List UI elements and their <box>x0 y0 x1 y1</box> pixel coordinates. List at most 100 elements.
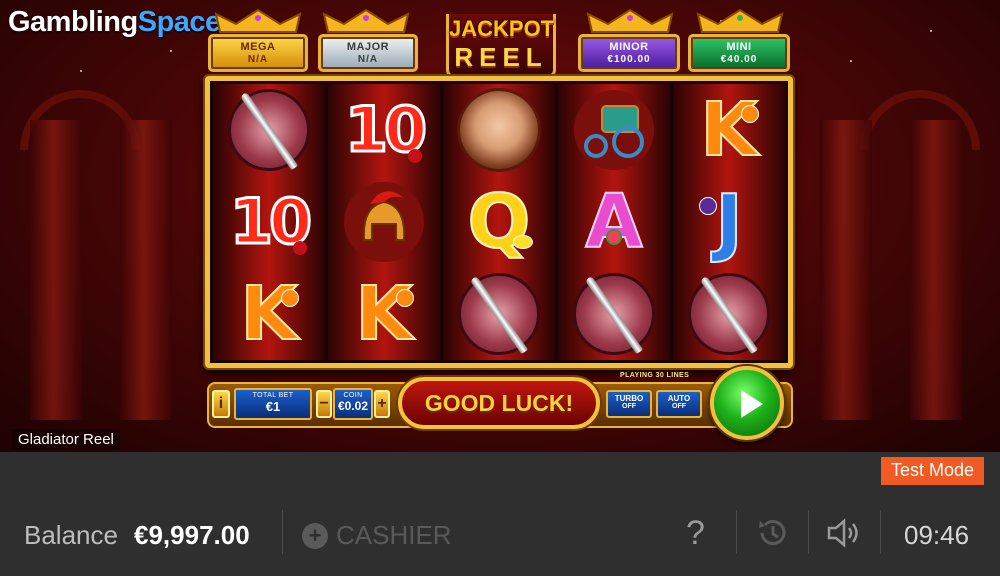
history-clock-icon[interactable] <box>756 516 790 550</box>
reel-4: A <box>558 84 670 360</box>
jackpot-value: €40.00 <box>720 54 758 65</box>
shield-sword-symbol <box>681 271 777 357</box>
crown-icon <box>322 8 410 33</box>
background-column <box>820 120 872 420</box>
sword-icon <box>239 91 299 171</box>
a-glyph: A <box>584 179 643 265</box>
lemon-icon <box>513 235 533 249</box>
divider <box>282 510 283 554</box>
test-mode-badge: Test Mode <box>880 457 984 485</box>
balance-value: €9,997.00 <box>134 520 250 550</box>
chariot-icon <box>574 90 654 170</box>
total-bet-value: €1 <box>265 399 281 414</box>
coin-display: COIN €0.02 <box>333 388 373 420</box>
help-button[interactable]: ? <box>686 514 705 553</box>
auto-state: OFF <box>672 403 686 410</box>
title-line-2: REEL <box>454 42 548 72</box>
background-column <box>30 120 82 420</box>
play-triangle-icon <box>741 390 763 418</box>
info-button[interactable]: i <box>212 390 230 418</box>
shield-icon <box>573 273 655 355</box>
crown-icon <box>214 8 302 33</box>
king-orange-symbol: K <box>336 271 432 357</box>
cashier-button[interactable]: + CASHIER <box>302 520 452 551</box>
jackpot-mini: MINI €40.00 <box>688 34 790 72</box>
reel-2: 10 K <box>328 84 440 360</box>
coin-increase-button[interactable]: + <box>374 390 390 418</box>
sword-icon <box>469 275 529 355</box>
jackpot-major: MAJOR N/A <box>318 34 418 72</box>
coin-value: €0.02 <box>337 399 369 413</box>
shield-sword-symbol <box>451 271 547 357</box>
background-column <box>910 120 962 420</box>
king-orange-symbol: K <box>681 87 777 173</box>
total-bet-label: TOTAL BET <box>252 392 294 399</box>
plum-icon <box>699 197 717 215</box>
logo-part-2: Space <box>137 6 221 38</box>
j-glyph: J <box>714 179 744 265</box>
jackpot-value: N/A <box>357 54 379 65</box>
orange-icon <box>741 105 759 123</box>
sword-icon <box>584 275 644 355</box>
reel-grid: 10 K 10 K Q A K J <box>205 76 793 368</box>
woman-portrait-icon <box>457 88 541 172</box>
shield-sword-symbol <box>221 87 317 173</box>
jackpot-mega: MEGA N/A <box>208 34 308 72</box>
cherry-icon <box>408 149 422 163</box>
site-logo: GamblingSpace <box>8 6 221 39</box>
jackpot-reel-title: JACKPOT REEL <box>446 14 556 78</box>
balance-label: Balance <box>24 520 118 550</box>
logo-part-1: Gambling <box>8 6 138 38</box>
star <box>850 60 852 62</box>
turbo-label: TURBO <box>614 394 644 403</box>
helmet-icon <box>344 182 424 262</box>
king-orange-symbol: K <box>221 271 317 357</box>
jackpot-name: MAJOR <box>346 41 390 53</box>
coin-label: COIN <box>343 392 363 399</box>
jack-plum-symbol: J <box>681 179 777 265</box>
jackpot-value: N/A <box>247 54 269 65</box>
star <box>80 70 82 72</box>
shield-icon <box>688 273 770 355</box>
gladiator-helmet-symbol <box>336 179 432 265</box>
queen-lemon-symbol: Q <box>451 179 547 265</box>
auto-label: AUTO <box>667 394 691 403</box>
lines-info: PLAYING 30 LINES <box>620 372 690 379</box>
coin-decrease-button[interactable]: − <box>316 390 332 418</box>
turbo-toggle[interactable]: TURBO OFF <box>606 390 652 418</box>
ten-cherry-symbol: 10 <box>336 87 432 173</box>
jackpot-minor: MINOR €100.00 <box>578 34 680 72</box>
jackpot-value: €100.00 <box>607 54 651 65</box>
shield-icon <box>458 273 540 355</box>
cashier-label: CASHIER <box>336 520 452 550</box>
star <box>930 30 932 32</box>
game-stage: GamblingSpace MEGA N/A MAJOR N/A MINOR €… <box>0 0 1000 452</box>
jackpot-name: MINI <box>726 41 752 53</box>
jackpot-name: MINOR <box>609 41 649 53</box>
orange-icon <box>281 289 299 307</box>
auto-toggle[interactable]: AUTO OFF <box>656 390 702 418</box>
divider <box>736 510 737 554</box>
ace-watermelon-symbol: A <box>566 179 662 265</box>
portrait-woman-symbol <box>451 87 547 173</box>
clock: 09:46 <box>904 520 970 550</box>
reel-1: 10 K <box>213 84 325 360</box>
status-banner: GOOD LUCK! <box>398 377 600 429</box>
divider <box>880 510 881 554</box>
divider <box>808 510 809 554</box>
title-line-1: JACKPOT <box>449 16 555 41</box>
background-column <box>120 120 172 420</box>
reel-5: K J <box>673 84 785 360</box>
game-name-label: Gladiator Reel <box>12 429 120 450</box>
reel-3: Q <box>443 84 555 360</box>
crown-icon <box>586 8 674 33</box>
turbo-state: OFF <box>622 403 636 410</box>
bottom-bar: Test Mode Balance €9,997.00 + CASHIER ? … <box>0 452 1000 576</box>
shield-sword-symbol <box>566 271 662 357</box>
speaker-icon[interactable] <box>826 516 862 550</box>
jackpot-name: MEGA <box>240 41 276 53</box>
plus-circle-icon: + <box>302 522 328 549</box>
watermelon-icon <box>606 229 622 245</box>
star <box>170 50 172 52</box>
spin-button[interactable] <box>710 366 784 440</box>
